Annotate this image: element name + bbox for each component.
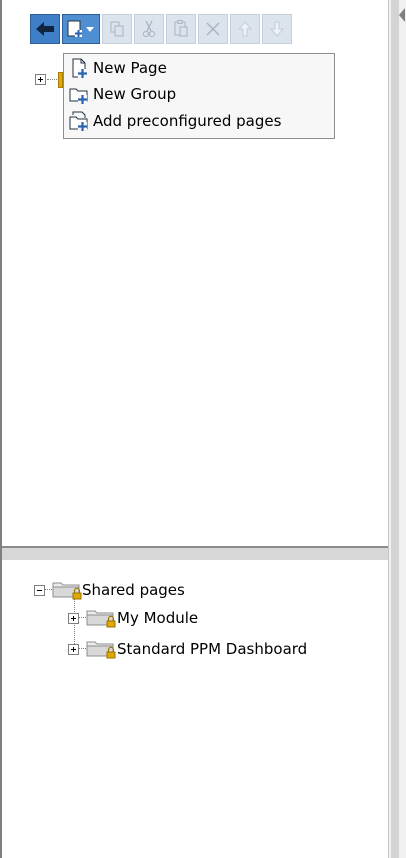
delete-button[interactable] xyxy=(198,14,228,44)
collapse-arrow-icon[interactable] xyxy=(397,6,406,24)
shared-pages-pane: Shared pages My Module Standard PPM Dash… xyxy=(2,560,388,858)
cut-icon xyxy=(142,20,156,38)
collapse-toggle[interactable] xyxy=(34,584,45,596)
move-up-icon xyxy=(237,21,253,37)
tree-node-label: My Module xyxy=(117,609,199,627)
vertical-splitter[interactable] xyxy=(391,0,399,858)
tree-connector xyxy=(79,617,86,618)
copy-button[interactable] xyxy=(102,14,132,44)
toolbar xyxy=(30,14,292,44)
new-group-icon xyxy=(69,88,88,104)
move-up-button[interactable] xyxy=(230,14,260,44)
paste-icon xyxy=(174,20,188,37)
copy-icon xyxy=(110,21,124,37)
tree-node-standard-ppm-dashboard[interactable]: Standard PPM Dashboard xyxy=(68,639,307,659)
tree-node-label: Standard PPM Dashboard xyxy=(117,640,308,658)
delete-icon xyxy=(206,22,220,36)
tree-node-my-module[interactable]: My Module xyxy=(68,608,198,628)
menu-item-label: New Page xyxy=(93,59,167,77)
tree-connector xyxy=(79,648,86,649)
tree-node-label: Shared pages xyxy=(82,581,185,599)
paste-button[interactable] xyxy=(166,14,196,44)
move-down-button[interactable] xyxy=(262,14,292,44)
expand-toggle[interactable] xyxy=(68,643,79,655)
new-page-icon xyxy=(72,58,87,78)
menu-item-label: New Group xyxy=(93,85,177,103)
cut-button[interactable] xyxy=(134,14,164,44)
tree-connector xyxy=(45,589,52,590)
new-item-button[interactable] xyxy=(62,14,100,44)
new-item-menu: New Page New Group Add preconfigured pag… xyxy=(63,53,335,139)
menu-item-new-group[interactable]: New Group xyxy=(68,82,176,106)
new-item-icon xyxy=(67,20,94,37)
move-down-icon xyxy=(269,21,285,37)
menu-item-add-preconfigured-pages[interactable]: Add preconfigured pages xyxy=(68,109,281,133)
add-preconfigured-icon xyxy=(69,111,88,131)
expand-toggle[interactable] xyxy=(68,612,79,624)
menu-item-label: Add preconfigured pages xyxy=(93,112,282,130)
pane-splitter[interactable] xyxy=(2,546,388,560)
back-button[interactable] xyxy=(30,14,60,44)
back-icon xyxy=(36,22,54,36)
menu-item-new-page[interactable]: New Page xyxy=(68,56,167,80)
tree-node-shared-pages[interactable]: Shared pages xyxy=(34,580,185,600)
expand-toggle[interactable] xyxy=(35,74,46,85)
